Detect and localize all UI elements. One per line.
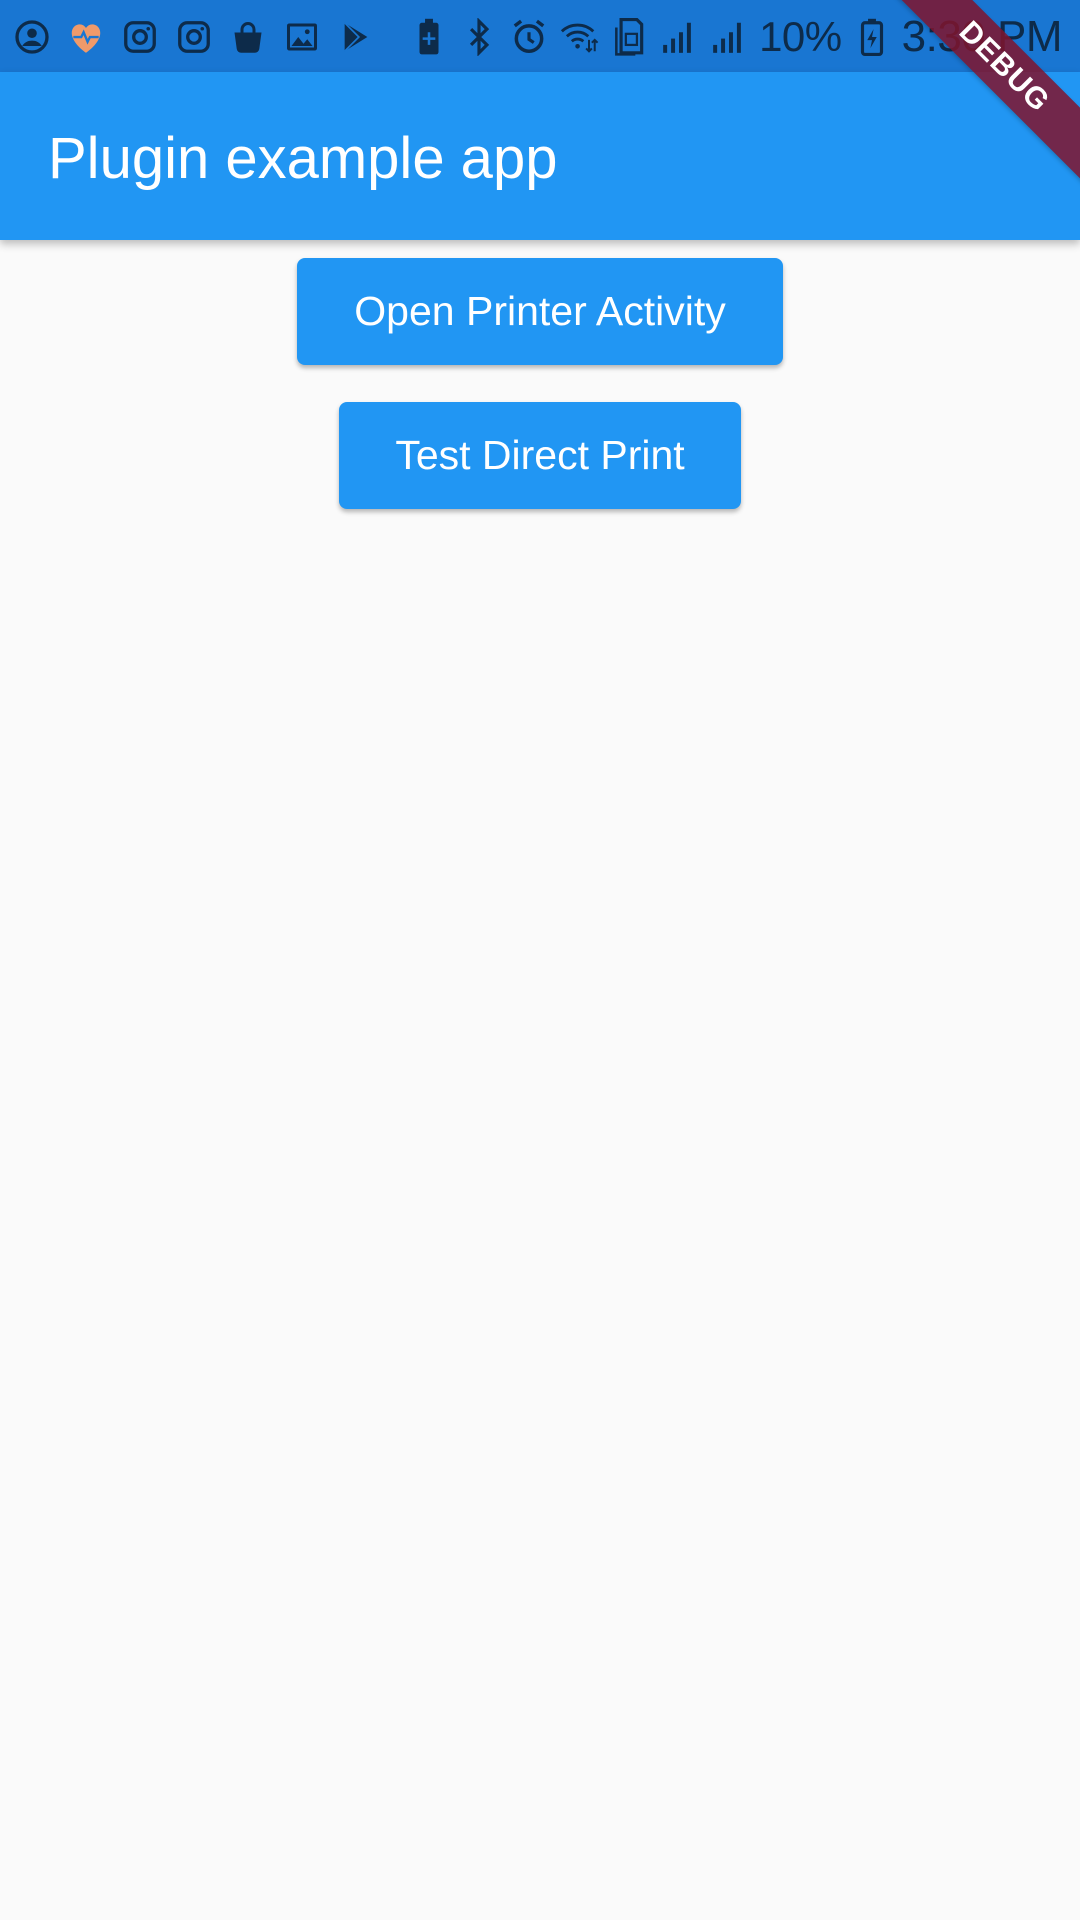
instagram-icon bbox=[174, 17, 214, 57]
instagram-icon bbox=[120, 17, 160, 57]
sim-card-icon bbox=[609, 17, 649, 57]
play-store-icon bbox=[336, 17, 376, 57]
signal-icon bbox=[709, 17, 749, 57]
shopping-bag-icon bbox=[228, 17, 268, 57]
alarm-icon bbox=[509, 17, 549, 57]
bluetooth-icon bbox=[459, 17, 499, 57]
app-bar: Plugin example app bbox=[0, 72, 1080, 240]
battery-charging-icon bbox=[852, 17, 892, 57]
account-circle-icon bbox=[12, 17, 52, 57]
screen: 10% 3:30 PM Plugin example app Open Prin… bbox=[0, 0, 1080, 1920]
image-icon bbox=[282, 17, 322, 57]
test-direct-print-button[interactable]: Test Direct Print bbox=[339, 402, 741, 509]
signal-icon bbox=[659, 17, 699, 57]
battery-saver-icon bbox=[409, 17, 449, 57]
page-title: Plugin example app bbox=[48, 126, 558, 191]
wifi-icon bbox=[559, 17, 599, 57]
notification-icons bbox=[12, 14, 376, 60]
test-direct-print-label: Test Direct Print bbox=[395, 432, 685, 478]
open-printer-activity-button[interactable]: Open Printer Activity bbox=[297, 258, 783, 365]
battery-percent: 10% bbox=[759, 13, 842, 60]
heart-pulse-icon bbox=[66, 17, 106, 57]
open-printer-activity-label: Open Printer Activity bbox=[354, 288, 726, 334]
